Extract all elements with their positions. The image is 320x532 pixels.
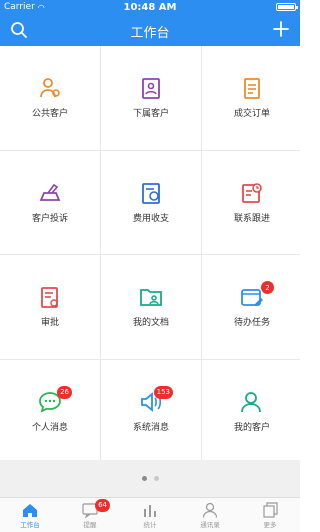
page-indicator	[0, 460, 300, 497]
grid-item-label: 审批	[40, 318, 59, 329]
statistics-icon	[142, 502, 158, 518]
grid-item-expenses[interactable]: 费用收支	[101, 150, 201, 254]
approval-icon	[38, 285, 62, 309]
grid-item-label: 客户投诉	[31, 213, 68, 224]
nav-bar: 工作台	[0, 14, 300, 46]
grid-item-label: 系统消息	[132, 422, 169, 433]
page-dot-active[interactable]	[141, 476, 147, 481]
page-dot[interactable]	[153, 476, 159, 481]
count-badge: 64	[95, 498, 110, 512]
count-badge: 26	[57, 385, 72, 399]
contacts-icon	[202, 502, 218, 518]
tab-label: 工作台	[20, 520, 40, 529]
complaint-icon	[38, 181, 62, 205]
grid-item-my-customers[interactable]: 我的客户	[202, 359, 302, 463]
grid-item-deal-orders[interactable]: 成交订单	[202, 46, 302, 150]
status-bar: Carrier ◠ 10:48 AM	[0, 0, 300, 14]
todo-tasks-icon: 2	[240, 281, 274, 309]
my-customers-icon	[240, 390, 264, 414]
grid-item-label: 待办任务	[233, 318, 270, 329]
tab-more[interactable]: 更多	[240, 498, 300, 532]
system-message-icon: 153	[139, 385, 173, 414]
public-customers-icon	[38, 76, 62, 100]
grid-item-complaint[interactable]: 客户投诉	[0, 150, 100, 254]
tab-label: 统计	[143, 520, 157, 529]
grid-item-label: 我的文档	[132, 318, 169, 329]
grid-item-public-customers[interactable]: 公共客户	[0, 46, 100, 150]
grid-item-label: 费用收支	[132, 213, 169, 224]
tab-label: 通讯录	[200, 520, 220, 529]
more-icon	[262, 501, 278, 518]
grid-item-label: 公共客户	[31, 109, 68, 120]
count-badge: 153	[153, 385, 173, 399]
grid-item-label: 联系跟进	[233, 213, 270, 224]
battery-icon	[276, 3, 298, 11]
tab-label: 提醒	[83, 520, 97, 529]
page-title: 工作台	[130, 26, 170, 41]
grid-item-personal-message[interactable]: 26 个人消息	[0, 359, 100, 463]
grid-item-system-message[interactable]: 153 系统消息	[101, 359, 201, 463]
grid-item-subordinate-customers[interactable]: 下属客户	[101, 46, 201, 150]
tab-reminder[interactable]: 64 提醒	[60, 498, 120, 532]
home-icon	[22, 502, 38, 518]
personal-message-icon: 26	[38, 385, 72, 414]
grid-item-follow-up[interactable]: 联系跟进	[202, 150, 302, 254]
tab-home[interactable]: 工作台	[0, 498, 60, 532]
add-icon[interactable]	[272, 20, 290, 38]
count-badge: 2	[261, 281, 274, 295]
grid-item-my-documents[interactable]: 我的文档	[101, 255, 201, 359]
deal-orders-icon	[240, 76, 264, 100]
tab-label: 更多	[263, 520, 277, 529]
status-time: 10:48 AM	[123, 1, 177, 13]
subordinate-customers-icon	[139, 76, 163, 100]
grid-item-todo-tasks[interactable]: 2 待办任务	[202, 255, 302, 359]
follow-up-icon	[240, 181, 264, 205]
grid-item-label: 个人消息	[31, 422, 68, 433]
grid-item-label: 下属客户	[132, 109, 169, 120]
tab-statistics[interactable]: 统计	[120, 498, 180, 532]
workbench-grid: 公共客户 下属客户 成交订单客户投诉 费用收支 联系跟进审批 我的文档 2 待办任务 26 个人消…	[0, 46, 302, 463]
grid-item-label: 我的客户	[233, 422, 270, 433]
grid-item-label: 成交订单	[233, 109, 270, 120]
reminder-icon: 64	[82, 498, 110, 519]
tab-contacts[interactable]: 通讯录	[180, 498, 240, 532]
my-documents-icon	[139, 285, 163, 309]
expenses-icon	[139, 181, 163, 205]
grid-item-approval[interactable]: 审批	[0, 255, 100, 359]
tab-bar: 工作台 64 提醒 统计 通讯录 更多	[0, 497, 300, 532]
